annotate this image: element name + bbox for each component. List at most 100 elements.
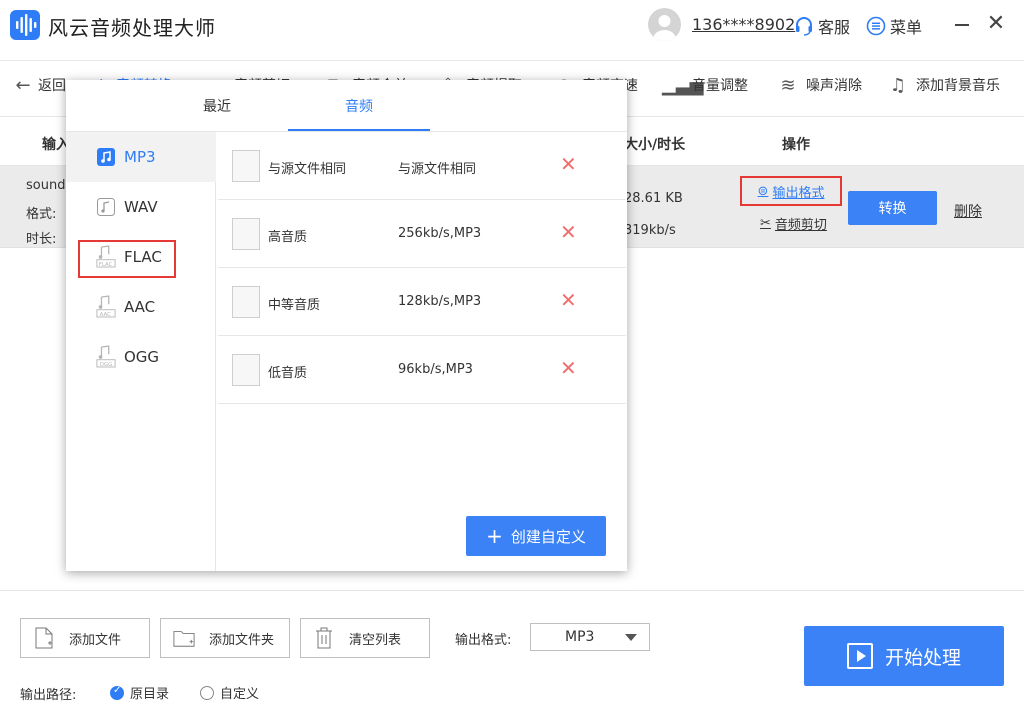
app-title: 风云音频处理大师 [48, 16, 216, 40]
output-path-label: 输出路径: [20, 688, 77, 703]
output-format-select[interactable]: MP3 [530, 623, 650, 651]
format-item-aac[interactable]: AAC AAC [66, 282, 216, 332]
preset-name: 与源文件相同 [268, 162, 347, 177]
file-bitrate: 319kb/s [624, 223, 676, 238]
add-folder-label: 添加文件夹 [209, 632, 275, 648]
format-popup: 最近 音频 MP3 WAV FLAC FLAC AAC AAC OGG OGG … [66, 80, 627, 571]
format-label: WAV [124, 198, 158, 216]
headset-icon [796, 17, 812, 36]
preset-item[interactable]: 与源文件相同 与源文件相同 ✕ [218, 132, 626, 200]
source-file-icon [232, 218, 260, 250]
preset-desc: 256kb/s,MP3 [398, 226, 482, 241]
chevron-down-icon [625, 634, 637, 641]
preset-item[interactable]: 高音质 256kb/s,MP3 ✕ [218, 200, 626, 268]
preset-desc: 与源文件相同 [398, 162, 477, 177]
popup-tabs: 最近 音频 [66, 80, 627, 132]
preset-desc: 96kb/s,MP3 [398, 362, 473, 377]
create-custom-label: 创建自定义 [510, 527, 586, 546]
clear-list-button[interactable]: 清空列表 [300, 618, 430, 658]
preset-item[interactable]: 低音质 96kb/s,MP3 ✕ [218, 336, 626, 404]
bottom-bar: 添加文件 添加文件夹 清空列表 输出格式: MP3 开始处理 输出路径: 原目录 [0, 590, 1024, 720]
noise-icon: ≋ [780, 74, 796, 96]
source-file-icon [232, 286, 260, 318]
preset-name: 低音质 [268, 366, 308, 381]
audio-cut-link[interactable]: ✂ 音频剪切 [760, 214, 827, 233]
start-process-button[interactable]: 开始处理 [804, 626, 1004, 686]
file-duration-label: 时长: [26, 232, 57, 247]
app-logo-icon [10, 10, 40, 40]
svg-text:AAC: AAC [100, 312, 111, 318]
tool-label: 添加背景音乐 [916, 78, 1000, 94]
radio-custom-label: 自定义 [220, 687, 260, 702]
format-item-ogg[interactable]: OGG OGG [66, 332, 216, 382]
tool-noise-removal[interactable]: ≋ 噪声消除 [776, 71, 862, 99]
source-file-icon [232, 354, 260, 386]
scissors-icon: ✂ [760, 216, 771, 231]
tool-volume-adjust[interactable]: ▁▃▅ 音量调整 [662, 71, 748, 99]
add-file-button[interactable]: 添加文件 [20, 618, 150, 658]
format-sidebar: MP3 WAV FLAC FLAC AAC AAC OGG OGG [66, 132, 216, 571]
service-label: 客服 [818, 18, 851, 37]
convert-button[interactable]: 转换 [848, 191, 937, 225]
menu-icon [866, 16, 886, 36]
aac-file-icon: AAC [96, 295, 116, 318]
create-custom-button[interactable]: + 创建自定义 [466, 516, 606, 556]
add-folder-button[interactable]: 添加文件夹 [160, 618, 290, 658]
preset-item[interactable]: 中等音质 128kb/s,MP3 ✕ [218, 268, 626, 336]
format-label: OGG [124, 348, 160, 366]
delete-preset-icon[interactable]: ✕ [560, 288, 577, 312]
music-note-icon [96, 197, 116, 217]
output-format-link[interactable]: ⊜ 输出格式 [740, 176, 842, 206]
menu-button[interactable]: 菜单 [866, 14, 922, 38]
arrow-left-icon: ← [15, 74, 31, 96]
music-icon: ♫ [889, 74, 907, 96]
wav-highlight-box [78, 240, 176, 278]
radio-custom-dir[interactable]: 自定义 [200, 683, 259, 702]
customer-service-button[interactable]: 客服 [794, 14, 850, 38]
avatar[interactable] [648, 8, 681, 41]
output-format-value: MP3 [565, 629, 595, 645]
svg-text:OGG: OGG [100, 362, 113, 368]
delete-preset-icon[interactable]: ✕ [560, 152, 577, 176]
tab-audio[interactable]: 音频 [345, 96, 373, 116]
radio-original-dir[interactable]: 原目录 [110, 683, 169, 702]
volume-icon: ▁▃▅ [662, 74, 704, 96]
file-format-label: 格式: [26, 207, 57, 222]
active-tab-indicator [288, 129, 430, 131]
account-phone-link[interactable]: 136****8902 [692, 15, 795, 34]
preset-name: 高音质 [268, 230, 308, 245]
delete-preset-icon[interactable]: ✕ [560, 220, 577, 244]
output-format-label: 输出格式: [455, 633, 512, 648]
format-item-wav[interactable]: WAV [66, 182, 216, 232]
radio-checked-icon [110, 685, 124, 700]
app-window: 风云音频处理大师 136****8902 客服 菜单 ✕ ← 返回 ▁▃▅ 音量… [0, 0, 1024, 720]
tab-recent[interactable]: 最近 [203, 96, 231, 116]
add-file-icon [33, 626, 55, 650]
delete-preset-icon[interactable]: ✕ [560, 356, 577, 380]
plus-icon: + [486, 524, 503, 548]
header-action: 操作 [782, 137, 810, 153]
back-button[interactable]: ← 返回 [14, 71, 66, 99]
trash-icon [313, 626, 335, 650]
source-file-icon [232, 150, 260, 182]
tool-add-bgm[interactable]: ♫ 添加背景音乐 [886, 71, 1000, 99]
music-note-icon [96, 147, 116, 167]
tool-label: 噪声消除 [806, 78, 862, 94]
close-window-button[interactable]: ✕ [984, 12, 1008, 36]
preset-desc: 128kb/s,MP3 [398, 294, 482, 309]
format-item-mp3[interactable]: MP3 [66, 132, 216, 182]
menu-label: 菜单 [890, 18, 923, 37]
audio-cut-link-label: 音频剪切 [774, 218, 827, 233]
format-label: MP3 [124, 148, 156, 166]
minimize-button[interactable] [950, 12, 974, 36]
delete-link[interactable]: 删除 [954, 201, 982, 221]
back-label: 返回 [38, 78, 66, 94]
start-process-label: 开始处理 [884, 646, 961, 669]
tool-label: 音量调整 [692, 78, 748, 94]
ogg-file-icon: OGG [96, 345, 116, 368]
clear-list-label: 清空列表 [349, 632, 402, 648]
output-format-link-label: 输出格式 [772, 185, 825, 201]
file-name: sound [26, 178, 66, 193]
format-icon: ⊜ [757, 183, 769, 199]
play-icon [846, 643, 873, 669]
